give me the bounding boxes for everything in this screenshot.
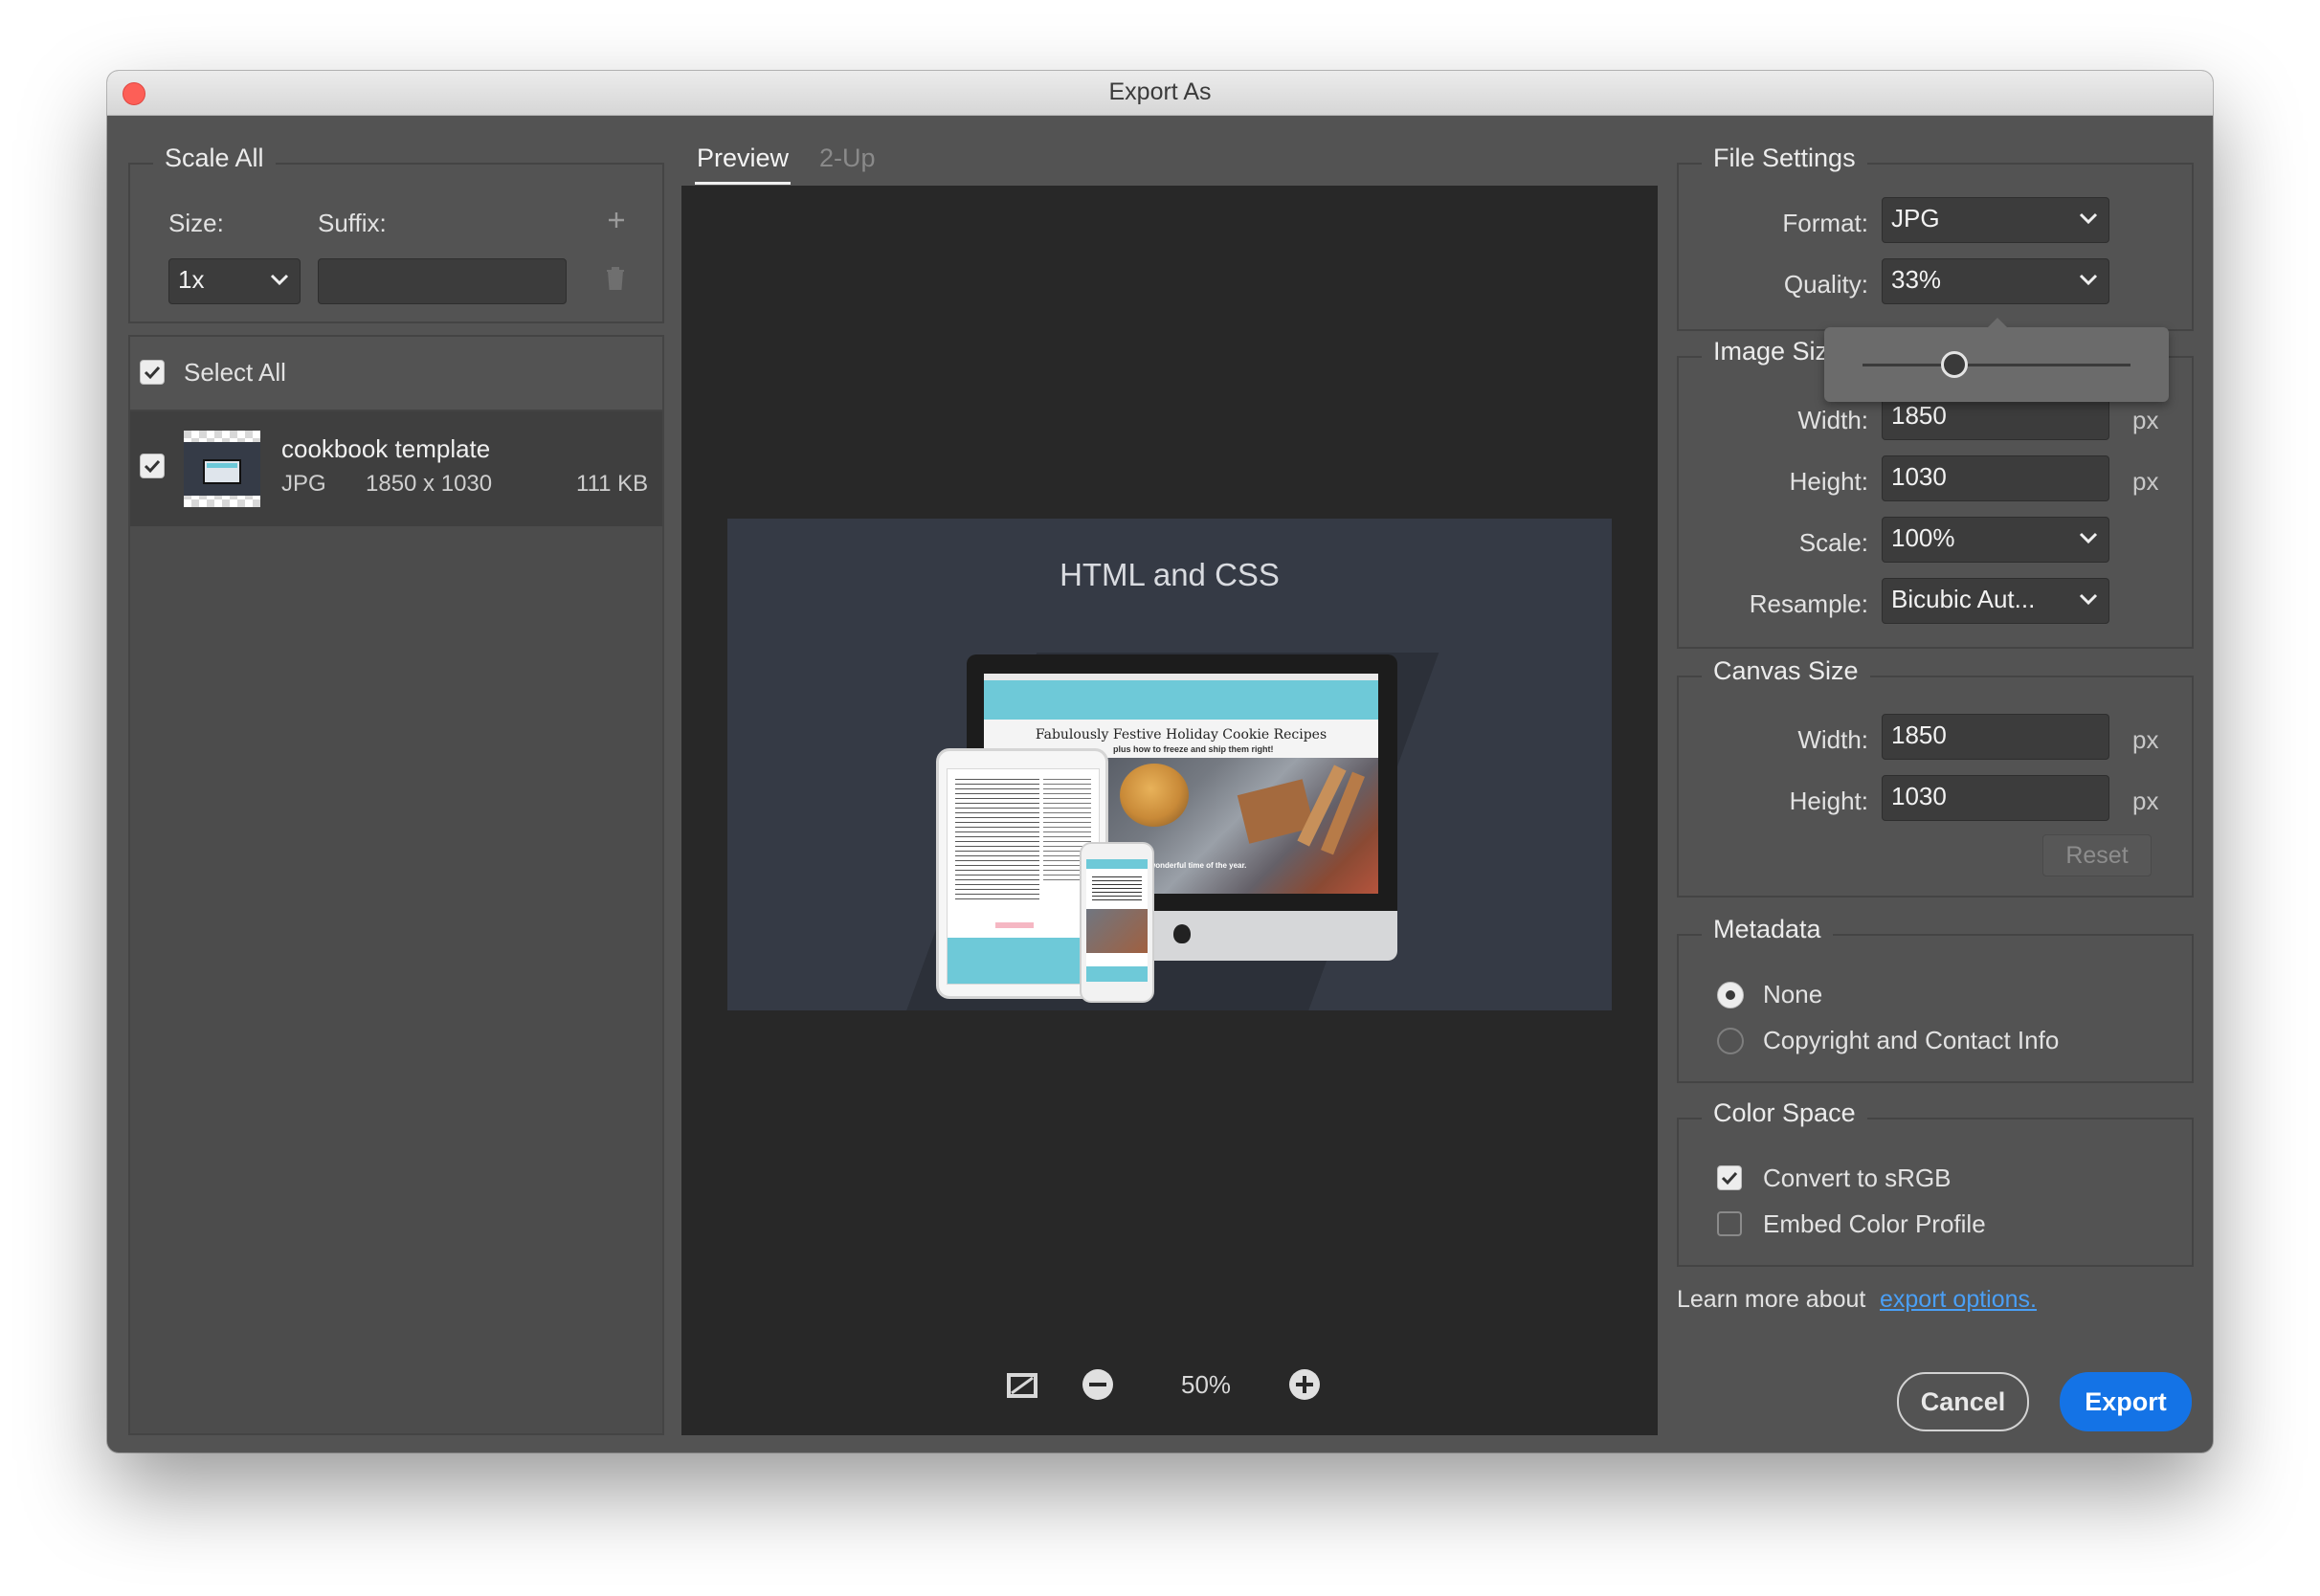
metadata-copyright-radio[interactable] [1717,1028,1744,1054]
tab-2-up[interactable]: 2-Up [819,144,876,173]
canvas-size-legend: Canvas Size [1702,656,1870,686]
phone-mockup [1080,842,1154,1003]
image-height-input[interactable]: 1030 [1882,455,2109,501]
format-label: Format: [1782,209,1868,237]
size-select[interactable]: 1x [168,258,301,304]
asset-dimensions: 1850 x 1030 [366,471,493,497]
preview-area: HTML and CSS Fabulously Festive Holiday … [681,186,1658,1435]
chevron-down-icon [2079,274,2098,286]
preview-image-heading: HTML and CSS [1060,557,1280,592]
convert-srgb-checkbox[interactable] [1717,1165,1742,1190]
asset-row[interactable]: cookbook template JPG 1850 x 1030 111 KB [130,411,662,526]
quality-label: Quality: [1783,270,1868,299]
asset-format: JPG [281,471,326,497]
asset-name: cookbook template [281,434,491,463]
tab-preview[interactable]: Preview [695,144,791,185]
format-select[interactable]: JPG [1882,197,2109,243]
preview-image: HTML and CSS Fabulously Festive Holiday … [727,519,1612,1010]
zoom-in-icon[interactable] [1288,1368,1321,1401]
color-space-legend: Color Space [1702,1098,1867,1128]
canvas-size-group: Canvas Size Width: 1850 px Height: 1030 … [1677,656,2194,898]
plus-icon[interactable] [605,209,628,232]
asset-checkbox[interactable] [140,454,165,478]
export-button[interactable]: Export [2060,1372,2192,1431]
size-label: Size: [168,209,224,237]
metadata-none-radio[interactable] [1717,982,1744,1009]
transparency-toggle-icon[interactable] [1005,1370,1039,1401]
metadata-copyright-label[interactable]: Copyright and Contact Info [1763,1026,2059,1055]
select-all-row[interactable]: Select All [130,337,662,411]
scale-select[interactable]: 100% [1882,517,2109,563]
learn-more-text: Learn more about [1677,1286,1866,1313]
chevron-down-icon [2079,532,2098,544]
reset-button[interactable]: Reset [2042,834,2152,876]
apple-logo-icon [1173,924,1191,943]
resample-label: Resample: [1749,589,1868,618]
quality-select-value: 33% [1891,265,1942,294]
quality-select[interactable]: 33% [1882,258,2109,304]
asset-list-panel: Select All cookbook template JPG 1850 x … [128,335,664,1435]
resample-select-value: Bicubic Aut... [1891,585,2036,613]
size-select-value: 1x [178,265,205,294]
embed-profile-checkbox[interactable] [1717,1211,1742,1236]
image-width-label: Width: [1797,406,1868,434]
canvas-width-unit: px [2132,725,2159,754]
image-height-label: Height: [1789,467,1868,496]
title-bar: Export As [107,71,2213,116]
zoom-level: 50% [1181,1370,1232,1399]
canvas-height-label: Height: [1789,787,1868,815]
image-height-unit: px [2132,467,2159,496]
checkmark-icon [1721,1171,1738,1186]
tab-active-underline [695,182,791,185]
format-select-value: JPG [1891,204,1940,233]
metadata-legend: Metadata [1702,915,1833,944]
select-all-checkbox[interactable] [140,360,165,385]
canvas-height-input[interactable]: 1030 [1882,775,2109,821]
asset-filesize: 111 KB [576,471,649,497]
checkmark-icon [144,366,161,380]
canvas-width-label: Width: [1797,725,1868,754]
export-as-dialog: Export As Scale All Size: Suffix: 1x Sel… [107,71,2213,1452]
quality-slider-handle[interactable] [1941,351,1968,378]
select-all-label: Select All [184,358,286,387]
export-options-link[interactable]: export options. [1880,1286,2037,1314]
scale-all-group: Scale All Size: Suffix: 1x [128,144,664,323]
checkmark-icon [144,459,161,474]
canvas-width-input[interactable]: 1850 [1882,714,2109,760]
cancel-button[interactable]: Cancel [1897,1372,2029,1431]
file-settings-legend: File Settings [1702,144,1867,173]
canvas-height-unit: px [2132,787,2159,815]
zoom-out-icon[interactable] [1082,1368,1114,1401]
scale-all-legend: Scale All [153,144,276,173]
quality-slider-track[interactable] [1863,364,2130,366]
embed-profile-label[interactable]: Embed Color Profile [1763,1209,1986,1239]
convert-srgb-label[interactable]: Convert to sRGB [1763,1164,1952,1193]
file-settings-group: File Settings Format: JPG Quality: 33% [1677,144,2194,331]
image-width-unit: px [2132,406,2159,434]
window-title: Export As [1108,78,1212,105]
resample-select[interactable]: Bicubic Aut... [1882,578,2109,624]
asset-thumbnail [184,431,260,507]
popover-arrow [1987,318,2008,328]
metadata-group: Metadata None Copyright and Contact Info [1677,915,2194,1083]
color-space-group: Color Space Convert to sRGB Embed Color … [1677,1098,2194,1267]
chevron-down-icon [270,274,289,286]
trash-icon[interactable] [605,266,626,291]
site-headline: Fabulously Festive Holiday Cookie Recipe… [1035,727,1327,743]
metadata-none-label[interactable]: None [1763,980,1822,1009]
scale-label: Scale: [1798,528,1868,557]
quality-slider-popover [1824,318,2169,402]
scale-select-value: 100% [1891,523,1955,552]
chevron-down-icon [2079,593,2098,606]
suffix-input[interactable] [318,258,567,304]
chevron-down-icon [2079,212,2098,225]
site-subheadline: plus how to freeze and ship them right! [1113,744,1274,754]
suffix-label: Suffix: [318,209,387,237]
tab-preview-label: Preview [697,144,790,172]
